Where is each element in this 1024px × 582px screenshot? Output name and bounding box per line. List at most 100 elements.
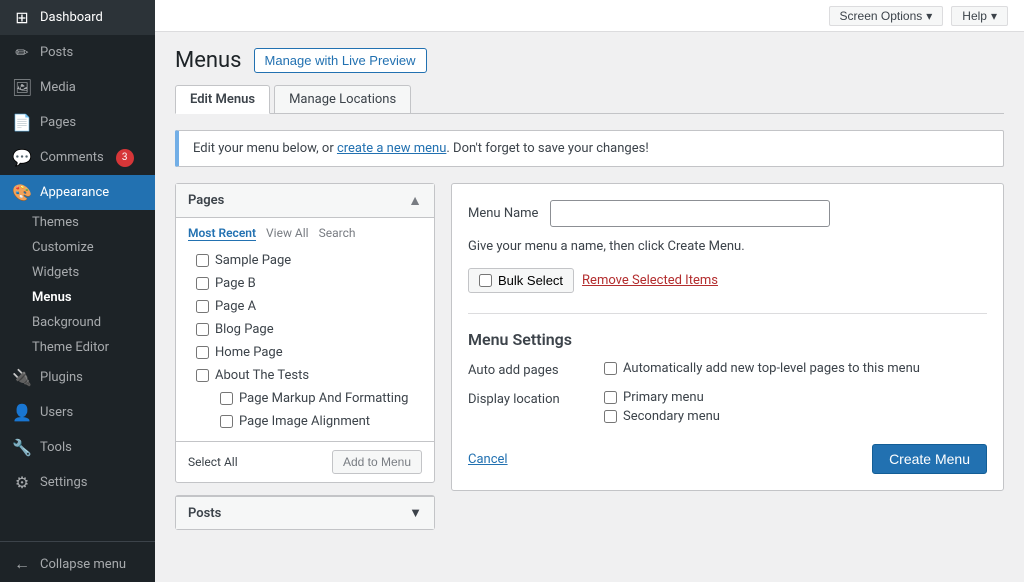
menu-settings-title: Menu Settings [468, 330, 987, 349]
pages-panel: Pages ▲ Most Recent View All Search Samp… [175, 183, 435, 483]
page-header: Menus Manage with Live Preview [175, 48, 1004, 73]
info-banner: Edit your menu below, or create a new me… [175, 130, 1004, 167]
screen-options-button[interactable]: Screen Options ▾ [829, 6, 944, 26]
menu-name-row: Menu Name [468, 200, 987, 227]
tools-icon: 🔧 [12, 438, 32, 457]
chevron-down-icon: ▼ [409, 505, 422, 521]
posts-panel-header[interactable]: Posts ▼ [176, 496, 434, 529]
sidebar-sub-item-theme-editor[interactable]: Theme Editor [0, 335, 155, 360]
media-icon: 🖼 [12, 78, 32, 97]
pages-panel-body: Most Recent View All Search Sample Page … [176, 218, 434, 441]
right-panel: Menu Name Give your menu a name, then cl… [451, 183, 1004, 491]
sidebar-sub-item-menus[interactable]: Menus [0, 285, 155, 310]
sidebar-item-posts[interactable]: ✏ Posts [0, 35, 155, 70]
two-col-layout: Pages ▲ Most Recent View All Search Samp… [175, 183, 1004, 542]
list-item[interactable]: Page B [188, 272, 422, 295]
sidebar-item-users[interactable]: 👤 Users [0, 395, 155, 430]
sidebar-sub-item-widgets[interactable]: Widgets [0, 260, 155, 285]
help-button[interactable]: Help ▾ [951, 6, 1008, 26]
tab-edit-menus[interactable]: Edit Menus [175, 85, 270, 114]
list-item[interactable]: About The Tests [188, 364, 422, 387]
display-location-label: Display location [468, 390, 588, 407]
page-checkbox[interactable] [196, 323, 209, 336]
bulk-select-checkbox[interactable] [479, 274, 492, 287]
create-menu-button[interactable]: Create Menu [872, 444, 987, 474]
sidebar-item-tools[interactable]: 🔧 Tools [0, 430, 155, 465]
comments-badge: 3 [116, 149, 134, 167]
sidebar-item-plugins[interactable]: 🔌 Plugins [0, 360, 155, 395]
menu-hint: Give your menu a name, then click Create… [468, 239, 987, 254]
live-preview-button[interactable]: Manage with Live Preview [254, 48, 427, 73]
auto-add-checkbox-label[interactable]: Automatically add new top-level pages to… [604, 361, 987, 376]
page-checkbox[interactable] [220, 392, 233, 405]
auto-add-pages-row: Auto add pages Automatically add new top… [468, 361, 987, 380]
sidebar-sub-item-customize[interactable]: Customize [0, 235, 155, 260]
plugins-icon: 🔌 [12, 368, 32, 387]
auto-add-content: Automatically add new top-level pages to… [604, 361, 987, 380]
select-all-link[interactable]: Select All [188, 455, 238, 469]
left-panel: Pages ▲ Most Recent View All Search Samp… [175, 183, 435, 542]
menu-name-input[interactable] [550, 200, 830, 227]
page-checkbox[interactable] [220, 415, 233, 428]
sidebar-item-dashboard[interactable]: ⊞ Dashboard [0, 0, 155, 35]
create-new-menu-link[interactable]: create a new menu [337, 141, 446, 156]
menu-tabs: Edit Menus Manage Locations [175, 85, 1004, 114]
topbar: Screen Options ▾ Help ▾ [155, 0, 1024, 32]
content-area: Menus Manage with Live Preview Edit Menu… [155, 32, 1024, 582]
page-checkbox[interactable] [196, 254, 209, 267]
tab-search[interactable]: Search [319, 226, 356, 241]
chevron-down-icon: ▾ [926, 9, 932, 23]
sidebar-item-pages[interactable]: 📄 Pages [0, 105, 155, 140]
settings-icon: ⚙ [12, 473, 32, 492]
tab-view-all[interactable]: View All [266, 226, 309, 241]
dashboard-icon: ⊞ [12, 8, 32, 27]
sidebar-item-media[interactable]: 🖼 Media [0, 70, 155, 105]
list-item[interactable]: Page Image Alignment [188, 410, 422, 433]
tab-manage-locations[interactable]: Manage Locations [274, 85, 411, 113]
page-checkbox[interactable] [196, 369, 209, 382]
chevron-down-icon: ▾ [991, 9, 997, 23]
primary-menu-label[interactable]: Primary menu [604, 390, 987, 405]
secondary-menu-checkbox[interactable] [604, 410, 617, 423]
pages-tabs: Most Recent View All Search [188, 226, 422, 241]
list-item[interactable]: Sample Page [188, 249, 422, 272]
sidebar-item-settings[interactable]: ⚙ Settings [0, 465, 155, 500]
collapse-icon: ← [12, 554, 32, 574]
display-location-row: Display location Primary menu Secondary … [468, 390, 987, 428]
menu-name-label: Menu Name [468, 206, 538, 221]
list-item[interactable]: Page A [188, 295, 422, 318]
cancel-link[interactable]: Cancel [468, 452, 508, 467]
add-to-menu-button[interactable]: Add to Menu [332, 450, 422, 474]
page-checkbox[interactable] [196, 346, 209, 359]
list-item[interactable]: Page Markup And Formatting [188, 387, 422, 410]
sidebar-sub-item-themes[interactable]: Themes [0, 210, 155, 235]
main-area: Screen Options ▾ Help ▾ Menus Manage wit… [155, 0, 1024, 582]
primary-menu-checkbox[interactable] [604, 391, 617, 404]
pages-list: Sample Page Page B Page A Blog Page Home… [188, 249, 422, 433]
appearance-icon: 🎨 [12, 183, 32, 202]
list-item[interactable]: Home Page [188, 341, 422, 364]
secondary-menu-label[interactable]: Secondary menu [604, 409, 987, 424]
chevron-up-icon: ▲ [408, 192, 422, 209]
page-checkbox[interactable] [196, 277, 209, 290]
sidebar-item-comments[interactable]: 💬 Comments 3 [0, 140, 155, 175]
menu-structure-box: Menu Name Give your menu a name, then cl… [451, 183, 1004, 491]
sidebar: ⊞ Dashboard ✏ Posts 🖼 Media 📄 Pages 💬 Co… [0, 0, 155, 582]
collapse-menu-item[interactable]: ← Collapse menu [0, 546, 155, 582]
page-title: Menus [175, 48, 242, 73]
sidebar-sub-item-background[interactable]: Background [0, 310, 155, 335]
bulk-select-button[interactable]: Bulk Select [468, 268, 574, 293]
sidebar-item-appearance[interactable]: 🎨 Appearance [0, 175, 155, 210]
pages-panel-footer: Select All Add to Menu [176, 441, 434, 482]
remove-selected-link[interactable]: Remove Selected Items [582, 273, 718, 288]
page-checkbox[interactable] [196, 300, 209, 313]
auto-add-checkbox[interactable] [604, 362, 617, 375]
posts-icon: ✏ [12, 43, 32, 62]
display-location-content: Primary menu Secondary menu [604, 390, 987, 428]
pages-panel-header[interactable]: Pages ▲ [176, 184, 434, 218]
list-item[interactable]: Blog Page [188, 318, 422, 341]
comments-icon: 💬 [12, 148, 32, 167]
users-icon: 👤 [12, 403, 32, 422]
auto-add-label: Auto add pages [468, 361, 588, 378]
tab-most-recent[interactable]: Most Recent [188, 226, 256, 241]
